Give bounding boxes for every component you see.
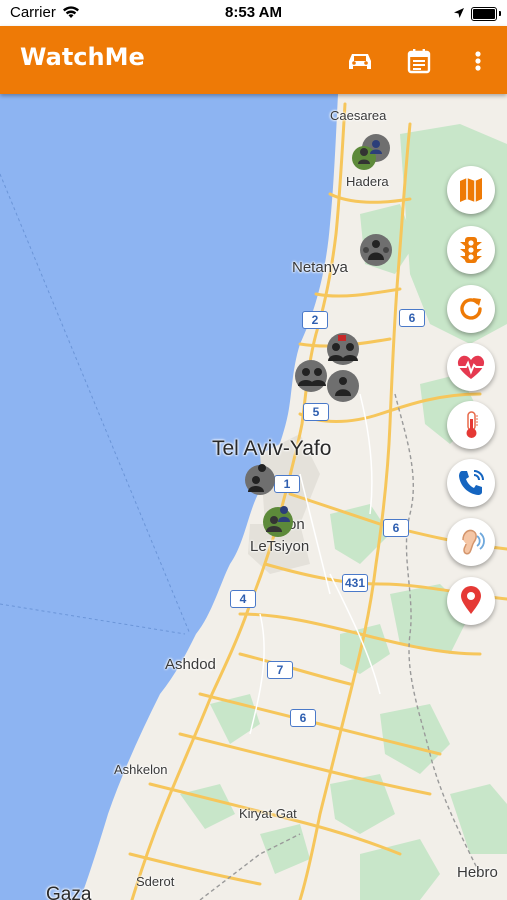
thermometer-icon [466, 411, 478, 438]
map-view[interactable]: Caesarea Hadera Netanya Tel Aviv-Yafo on… [0, 94, 507, 900]
people-group-marker[interactable] [354, 230, 400, 270]
temperature-button[interactable] [447, 401, 495, 449]
hearing-button[interactable] [447, 518, 495, 566]
city-label-ashdod: Ashdod [165, 656, 216, 673]
location-arrow-icon [453, 6, 465, 23]
location-button[interactable] [447, 577, 495, 625]
map-layers-button[interactable] [447, 166, 495, 214]
car-icon[interactable] [345, 46, 375, 76]
city-label-netanya: Netanya [292, 259, 348, 276]
app-title: WatchMe [20, 43, 145, 71]
app-bar: WatchMe [0, 26, 507, 94]
road-shield: 431 [342, 574, 368, 592]
people-group-marker[interactable] [320, 366, 366, 406]
heart-rate-icon [457, 355, 485, 379]
people-group-marker[interactable] [256, 500, 302, 540]
road-shield: 2 [302, 311, 328, 329]
heart-rate-button[interactable] [447, 343, 495, 391]
more-vert-icon[interactable] [463, 46, 493, 76]
road-shield: 6 [290, 709, 316, 727]
traffic-light-icon [460, 237, 482, 263]
map-icon [460, 178, 482, 202]
city-label-hebron: Hebro [457, 864, 498, 881]
location-pin-icon [461, 586, 481, 614]
calendar-icon[interactable] [404, 46, 434, 76]
battery-tip [499, 11, 501, 16]
road-shield: 6 [399, 309, 425, 327]
battery-icon [471, 7, 497, 21]
hearing-icon [462, 529, 485, 555]
city-label-sderot: Sderot [136, 874, 175, 889]
traffic-button[interactable] [447, 226, 495, 274]
status-time: 8:53 AM [225, 4, 282, 21]
people-group-marker[interactable] [346, 132, 392, 172]
city-label-ashkelon: Ashkelon [114, 762, 168, 777]
refresh-icon [460, 298, 482, 320]
phone-call-icon [459, 470, 484, 495]
people-group-marker[interactable] [238, 458, 284, 498]
road-shield: 6 [383, 519, 409, 537]
call-button[interactable] [447, 459, 495, 507]
city-label-rishon: LeTsiyon [250, 538, 310, 555]
city-label-gaza: Gaza [46, 884, 92, 900]
city-label-caesarea: Caesarea [330, 108, 387, 123]
refresh-button[interactable] [447, 285, 495, 333]
city-label-kiryat-gat: Kiryat Gat [239, 806, 297, 821]
city-label-hadera: Hadera [346, 174, 389, 189]
road-shield: 4 [230, 590, 256, 608]
status-bar: Carrier 8:53 AM [0, 0, 507, 26]
road-shield: 7 [267, 661, 293, 679]
